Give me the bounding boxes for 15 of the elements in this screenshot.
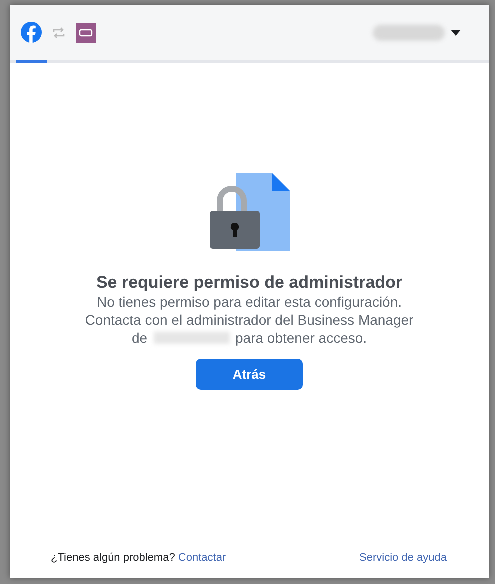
locked-document-icon: [210, 173, 290, 251]
help-center-link[interactable]: Servicio de ayuda: [360, 552, 447, 564]
back-button[interactable]: Atrás: [196, 359, 303, 390]
store-icon: [76, 22, 96, 42]
message-text: para obtener acceso.: [236, 329, 368, 347]
sync-icon: [52, 26, 66, 38]
help-question: ¿Tienes algún problema? Contactar: [51, 552, 226, 564]
caret-icon: [451, 30, 461, 36]
contact-link[interactable]: Contactar: [178, 552, 226, 564]
message-text: de: [132, 329, 148, 347]
message-text: No tienes permiso para editar esta configuración.: [96, 293, 402, 311]
message-text: Contacta con el administrador del Business Manager: [85, 311, 414, 329]
message-title: Se requiere permiso de administrador: [96, 273, 403, 293]
facebook-icon: [21, 22, 42, 43]
blurred-account-name: [373, 24, 445, 40]
